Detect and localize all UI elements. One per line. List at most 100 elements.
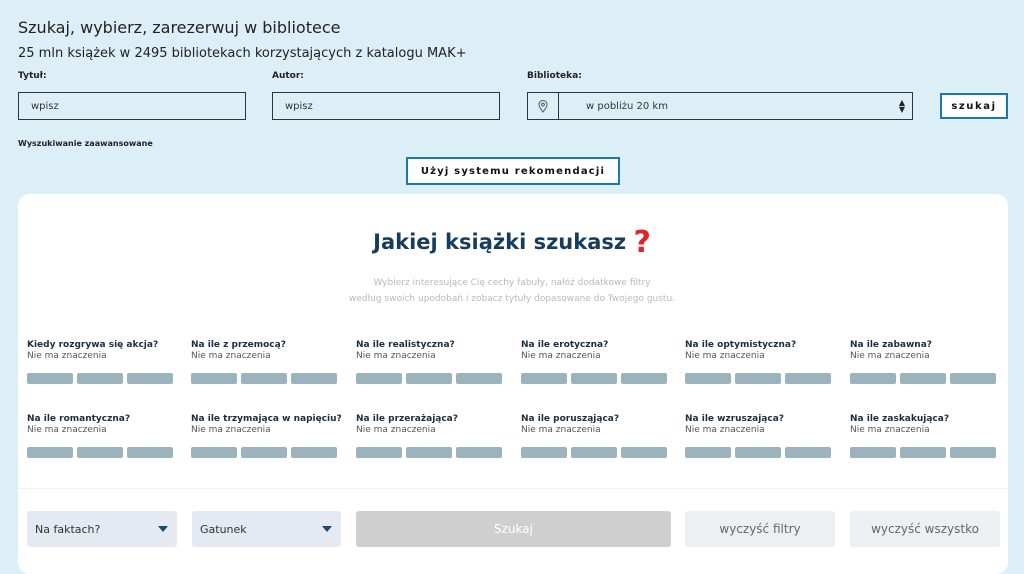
question-mark-icon: ? <box>633 225 651 260</box>
slider-segment[interactable] <box>191 447 237 458</box>
slider-segment[interactable] <box>27 373 73 384</box>
author-label: Autor: <box>272 71 304 81</box>
question-slider[interactable] <box>356 447 511 458</box>
question-value: Nie ma znaczenia <box>850 425 930 435</box>
question-slider[interactable] <box>850 447 1005 458</box>
question-title: Na ile zaskakująca? <box>850 414 950 424</box>
question-funny: Na ile zabawna? Nie ma znaczenia <box>850 340 1005 384</box>
question-title: Na ile z przemocą? <box>191 340 286 350</box>
question-realistic: Na ile realistyczna? Nie ma znaczenia <box>356 340 511 384</box>
question-romantic: Na ile romantyczna? Nie ma znaczenia <box>27 414 182 458</box>
question-value: Nie ma znaczenia <box>685 425 765 435</box>
question-slider[interactable] <box>356 373 511 384</box>
intro-line-1: Wybierz interesujące Cię cechy fabuły, n… <box>373 278 651 288</box>
up-down-arrows-icon: ▲ ▼ <box>898 98 906 114</box>
question-slider[interactable] <box>521 373 676 384</box>
question-value: Nie ma znaczenia <box>27 351 107 361</box>
question-value: Nie ma znaczenia <box>27 425 107 435</box>
clear-filters-button[interactable]: wyczyść filtry <box>685 511 835 547</box>
slider-segment[interactable] <box>900 447 946 458</box>
slider-segment[interactable] <box>27 447 73 458</box>
question-scary: Na ile przerażająca? Nie ma znaczenia <box>356 414 511 458</box>
question-title: Na ile realistyczna? <box>356 340 455 350</box>
slider-segment[interactable] <box>621 447 667 458</box>
slider-segment[interactable] <box>950 447 996 458</box>
question-erotic: Na ile erotyczna? Nie ma znaczenia <box>521 340 676 384</box>
library-select-value: w pobliżu 20 km <box>586 100 668 112</box>
slider-segment[interactable] <box>850 373 896 384</box>
question-title: Na ile przerażająca? <box>356 414 458 424</box>
slider-segment[interactable] <box>356 373 402 384</box>
slider-segment[interactable] <box>191 373 237 384</box>
question-title: Na ile romantyczna? <box>27 414 131 424</box>
slider-segment[interactable] <box>621 373 667 384</box>
author-input[interactable] <box>272 92 500 120</box>
question-title: Na ile zabawna? <box>850 340 932 350</box>
slider-segment[interactable] <box>850 447 896 458</box>
slider-segment[interactable] <box>785 447 831 458</box>
slider-segment[interactable] <box>127 447 173 458</box>
slider-segment[interactable] <box>785 373 831 384</box>
question-title: Na ile trzymająca w napięciu? <box>191 414 342 424</box>
question-value: Nie ma znaczenia <box>191 425 271 435</box>
recommend-search-button[interactable]: Szukaj <box>356 511 671 547</box>
slider-segment[interactable] <box>571 447 617 458</box>
slider-segment[interactable] <box>127 373 173 384</box>
question-value: Nie ma znaczenia <box>685 351 765 361</box>
slider-segment[interactable] <box>406 447 452 458</box>
slider-segment[interactable] <box>735 447 781 458</box>
question-slider[interactable] <box>685 447 840 458</box>
slider-segment[interactable] <box>900 373 946 384</box>
slider-segment[interactable] <box>735 373 781 384</box>
library-select[interactable]: w pobliżu 20 km ▲ ▼ <box>527 92 913 120</box>
question-slider[interactable] <box>27 373 182 384</box>
question-value: Nie ma znaczenia <box>356 351 436 361</box>
question-optimistic: Na ile optymistyczna? Nie ma znaczenia <box>685 340 840 384</box>
slider-segment[interactable] <box>406 373 452 384</box>
panel-divider <box>18 488 1008 489</box>
genre-select[interactable]: Gatunek <box>192 511 341 547</box>
question-value: Nie ma znaczenia <box>191 351 271 361</box>
slider-segment[interactable] <box>291 447 337 458</box>
question-slider[interactable] <box>685 373 840 384</box>
slider-segment[interactable] <box>456 447 502 458</box>
advanced-search-link[interactable]: Wyszukiwanie zaawansowane <box>18 139 153 148</box>
library-label: Biblioteka: <box>527 71 582 81</box>
question-slider[interactable] <box>191 373 346 384</box>
title-input[interactable] <box>18 92 246 120</box>
search-button[interactable]: szukaj <box>940 93 1008 119</box>
slider-segment[interactable] <box>685 447 731 458</box>
clear-all-button[interactable]: wyczyść wszystko <box>850 511 1000 547</box>
question-slider[interactable] <box>191 447 346 458</box>
intro-line-2: według swoich upodobań i zobacz tytuły d… <box>348 294 676 304</box>
facts-select[interactable]: Na faktach? <box>27 511 177 547</box>
page-title: Szukaj, wybierz, zarezerwuj w bibliotece <box>18 18 341 37</box>
slider-segment[interactable] <box>356 447 402 458</box>
question-slider[interactable] <box>850 373 1005 384</box>
question-value: Nie ma znaczenia <box>521 351 601 361</box>
caret-down-icon <box>322 526 332 532</box>
recommendation-system-button[interactable]: Użyj systemu rekomendacji <box>406 157 620 185</box>
slider-segment[interactable] <box>521 373 567 384</box>
headline-text: Jakiej książki szukasz <box>373 230 627 254</box>
question-title: Na ile porusząjąca? <box>521 414 620 424</box>
facts-select-value: Na faktach? <box>35 522 101 536</box>
slider-segment[interactable] <box>77 447 123 458</box>
slider-segment[interactable] <box>241 373 287 384</box>
question-surprising: Na ile zaskakująca? Nie ma znaczenia <box>850 414 1005 458</box>
question-slider[interactable] <box>27 447 182 458</box>
question-title: Na ile optymistyczna? <box>685 340 797 350</box>
recommendation-intro: Wybierz interesujące Cię cechy fabuły, n… <box>0 275 1024 307</box>
question-violence: Na ile z przemocą? Nie ma znaczenia <box>191 340 346 384</box>
slider-segment[interactable] <box>950 373 996 384</box>
slider-segment[interactable] <box>291 373 337 384</box>
slider-segment[interactable] <box>77 373 123 384</box>
question-slider[interactable] <box>521 447 676 458</box>
slider-segment[interactable] <box>241 447 287 458</box>
slider-segment[interactable] <box>685 373 731 384</box>
slider-segment[interactable] <box>571 373 617 384</box>
slider-segment[interactable] <box>456 373 502 384</box>
caret-down-icon <box>158 526 168 532</box>
slider-segment[interactable] <box>521 447 567 458</box>
question-value: Nie ma znaczenia <box>521 425 601 435</box>
